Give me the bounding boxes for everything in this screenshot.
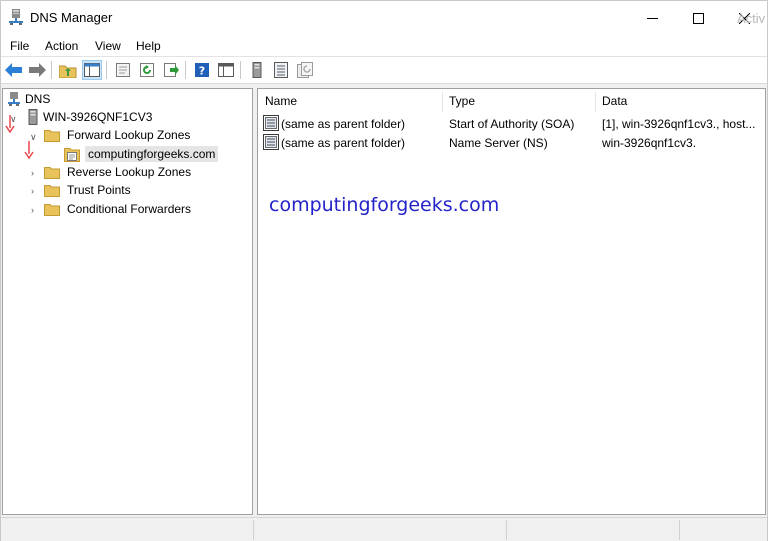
- dns-manager-app-icon: [9, 9, 23, 25]
- refresh-button[interactable]: [137, 60, 157, 80]
- server-button[interactable]: [247, 60, 267, 80]
- export-list-button[interactable]: [161, 60, 181, 80]
- record-name: (same as parent folder): [281, 136, 405, 150]
- console-tree-pane[interactable]: DNS ∨ WIN-3926QNF1CV3 ∨ Forward Lookup Z…: [2, 88, 253, 515]
- console-button[interactable]: [216, 60, 236, 80]
- toolbar-separator: [51, 61, 52, 79]
- tree-item-label: Reverse Lookup Zones: [67, 165, 191, 179]
- server-icon: [28, 109, 38, 125]
- menu-file[interactable]: File: [10, 39, 29, 53]
- record-name: (same as parent folder): [281, 117, 405, 131]
- show-hide-console-tree-icon: [84, 63, 100, 77]
- toolbar-separator: [106, 61, 107, 79]
- status-divider: [679, 520, 680, 540]
- tree-item-reverse-lookup-zones[interactable]: Reverse Lookup Zones: [44, 163, 191, 181]
- record-data: win-3926qnf1cv3.: [602, 136, 696, 150]
- tree-item-label: computingforgeeks.com: [85, 146, 218, 162]
- refresh-server-icon: [297, 62, 313, 78]
- tree-item-zone-computingforgeeks[interactable]: computingforgeeks.com: [64, 145, 218, 163]
- help-button[interactable]: ?: [192, 60, 212, 80]
- server-icon: [252, 62, 262, 78]
- forward-button[interactable]: [27, 60, 47, 80]
- menu-help[interactable]: Help: [136, 39, 161, 53]
- tree-item-label: DNS: [25, 92, 50, 106]
- annotation-arrow-icon: [5, 115, 15, 133]
- tree-item-label: WIN-3926QNF1CV3: [43, 110, 152, 124]
- export-list-icon: [163, 62, 179, 78]
- tree-item-label: Forward Lookup Zones: [67, 128, 190, 142]
- dns-record-icon: [263, 134, 279, 150]
- forward-arrow-icon: [28, 63, 46, 77]
- collapse-chevron-icon[interactable]: ›: [31, 205, 34, 215]
- show-hide-console-tree-button[interactable]: [82, 60, 102, 80]
- collapse-chevron-icon[interactable]: ›: [31, 186, 34, 196]
- svg-text:?: ?: [199, 65, 205, 78]
- column-header-type[interactable]: Type: [449, 94, 475, 108]
- dns-record-icon: [263, 115, 279, 131]
- folder-icon: [44, 203, 60, 216]
- toolbar-separator: [240, 61, 241, 79]
- menu-view[interactable]: View: [95, 39, 121, 53]
- watermark-text: computingforgeeks.com: [269, 194, 499, 216]
- toolbar: ?: [1, 57, 767, 84]
- record-data: [1], win-3926qnf1cv3., host...: [602, 117, 755, 131]
- back-arrow-icon: [5, 63, 23, 77]
- minimize-button[interactable]: [629, 1, 675, 35]
- help-icon: ?: [194, 62, 210, 78]
- dns-manager-window: DNS Manager File Action View Help: [0, 0, 768, 541]
- dns-icon: [8, 92, 20, 106]
- column-header-name[interactable]: Name: [265, 94, 297, 108]
- window-title: DNS Manager: [30, 10, 112, 25]
- activate-windows-watermark: Activ: [737, 11, 765, 26]
- status-bar: [1, 517, 767, 541]
- folder-icon: [44, 184, 60, 197]
- back-button[interactable]: [4, 60, 24, 80]
- column-header-data[interactable]: Data: [602, 94, 627, 108]
- properties-icon: [115, 62, 131, 78]
- record-list-button[interactable]: [271, 60, 291, 80]
- tree-item-dns[interactable]: DNS: [8, 90, 50, 108]
- up-one-level-button[interactable]: [58, 60, 78, 80]
- tree-item-server[interactable]: WIN-3926QNF1CV3: [28, 108, 152, 126]
- tree-item-conditional-forwarders[interactable]: Conditional Forwarders: [44, 200, 191, 218]
- folder-icon: [44, 129, 60, 142]
- status-divider: [253, 520, 254, 540]
- collapse-chevron-icon[interactable]: ›: [31, 168, 34, 178]
- records-list-pane[interactable]: Name Type Data (same as parent folder) S…: [257, 88, 766, 515]
- menu-bar: File Action View Help: [1, 35, 767, 57]
- refresh-server-button[interactable]: [295, 60, 315, 80]
- minimize-icon: [647, 13, 658, 24]
- record-type: Name Server (NS): [449, 136, 548, 150]
- folder-icon: [44, 166, 60, 179]
- console-icon: [218, 63, 234, 77]
- status-divider: [506, 520, 507, 540]
- annotation-arrow-icon: [24, 141, 34, 159]
- properties-button[interactable]: [113, 60, 133, 80]
- up-folder-icon: [59, 63, 77, 78]
- tree-item-trust-points[interactable]: Trust Points: [44, 181, 131, 199]
- record-type: Start of Authority (SOA): [449, 117, 574, 131]
- refresh-icon: [139, 62, 155, 78]
- maximize-button[interactable]: [675, 1, 721, 35]
- tree-item-label: Conditional Forwarders: [67, 202, 191, 216]
- zone-file-icon: [64, 146, 80, 162]
- tree-item-forward-lookup-zones[interactable]: Forward Lookup Zones: [44, 126, 190, 144]
- tree-item-label: Trust Points: [67, 183, 131, 197]
- title-bar[interactable]: DNS Manager: [1, 1, 767, 35]
- maximize-icon: [693, 13, 704, 24]
- menu-action[interactable]: Action: [45, 39, 78, 53]
- toolbar-separator: [185, 61, 186, 79]
- record-list-icon: [274, 62, 288, 78]
- column-divider[interactable]: [595, 92, 596, 112]
- column-divider[interactable]: [442, 92, 443, 112]
